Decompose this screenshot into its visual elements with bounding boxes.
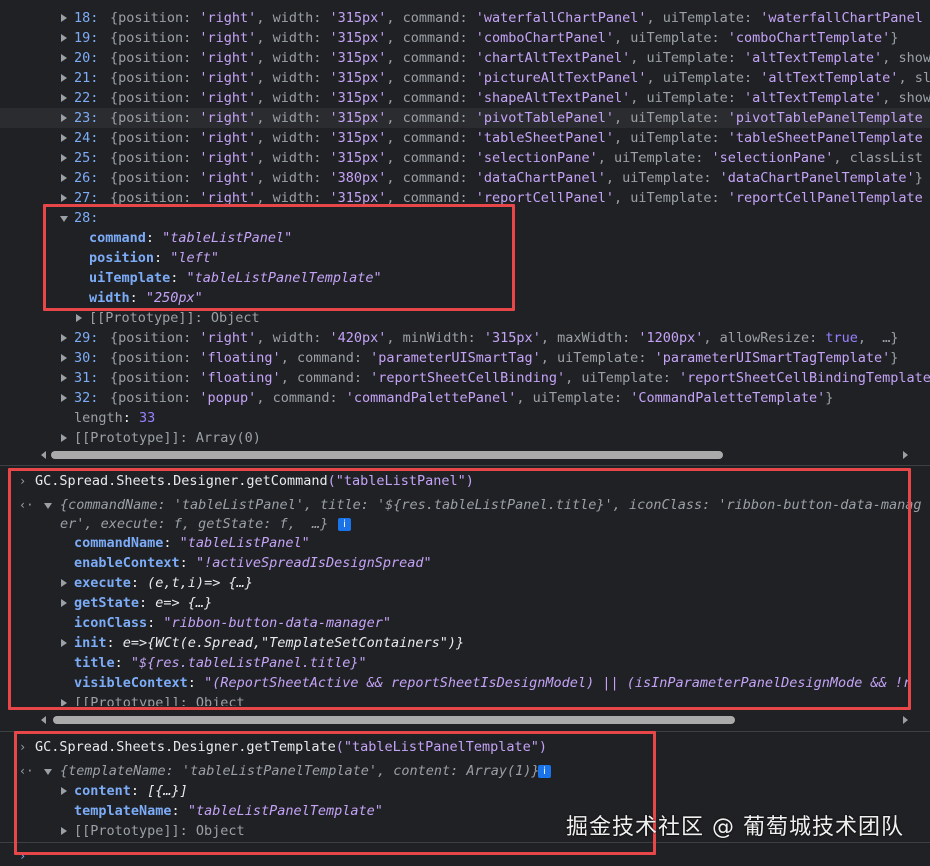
array-index: 21:	[74, 70, 99, 86]
expand-triangle-icon[interactable]	[76, 314, 82, 322]
array-item-row[interactable]: 26: {position: 'right', width: '380px', c…	[0, 168, 930, 188]
array-item-row[interactable]: 30: {position: 'floating', command: 'para…	[0, 348, 930, 368]
object-preview: {position: 'floating', command: 'paramet…	[110, 350, 899, 366]
object-preview: {position: 'right', width: '315px', comm…	[110, 110, 923, 126]
array-index: 31:	[74, 370, 99, 386]
expand-triangle-icon[interactable]	[61, 374, 67, 382]
array-index: 18:	[74, 10, 99, 26]
scrollbar-thumb[interactable]	[53, 716, 735, 724]
prototype-row[interactable]: [[Prototype]]: Object	[0, 308, 930, 328]
array-item-row[interactable]: 25: {position: 'right', width: '315px', c…	[0, 148, 930, 168]
object-preview: {position: 'right', width: '420px', minW…	[110, 330, 899, 346]
object-preview: {position: 'floating', command: 'reportS…	[110, 370, 930, 386]
expand-triangle-icon[interactable]	[61, 14, 67, 22]
object-preview: {position: 'right', width: '315px', comm…	[110, 30, 899, 46]
array-item-row[interactable]: 24: {position: 'right', width: '315px', c…	[0, 128, 930, 148]
array-index: 25:	[74, 150, 99, 166]
highlight-box-getcommand	[8, 468, 911, 710]
array-index: 32:	[74, 390, 99, 406]
object-preview: {position: 'right', width: '315px', comm…	[110, 90, 930, 106]
expand-triangle-icon[interactable]	[61, 34, 67, 42]
object-preview: {position: 'right', width: '315px', comm…	[110, 10, 923, 26]
scroll-left-icon[interactable]	[41, 716, 46, 724]
array-item-row[interactable]: 23: {position: 'right', width: '315px', c…	[0, 108, 930, 128]
expand-triangle-icon[interactable]	[61, 74, 67, 82]
array-index: 30:	[74, 350, 99, 366]
scrollbar-thumb[interactable]	[51, 451, 723, 459]
expand-triangle-icon[interactable]	[61, 114, 67, 122]
scroll-left-icon[interactable]	[41, 451, 46, 459]
array-index: 24:	[74, 130, 99, 146]
expand-triangle-icon[interactable]	[61, 134, 67, 142]
object-preview: {position: 'popup', command: 'commandPal…	[110, 390, 834, 406]
object-preview: {position: 'right', width: '315px', comm…	[110, 50, 930, 66]
array-item-row[interactable]: 21: {position: 'right', width: '315px', c…	[0, 68, 930, 88]
length-row: length: 33	[74, 410, 156, 426]
object-preview: {position: 'right', width: '380px', comm…	[110, 170, 923, 186]
expand-triangle-icon[interactable]	[61, 394, 67, 402]
length-key: length	[74, 410, 123, 426]
object-preview: {position: 'right', width: '315px', comm…	[110, 70, 930, 86]
scroll-right-icon[interactable]	[903, 716, 908, 724]
highlight-box-item28	[43, 204, 515, 311]
scroll-right-icon[interactable]	[903, 451, 908, 459]
array-item-row[interactable]: 19: {position: 'right', width: '315px', c…	[0, 28, 930, 48]
array-item-row[interactable]: 29: {position: 'right', width: '420px', m…	[0, 328, 930, 348]
expand-triangle-icon[interactable]	[61, 194, 67, 202]
array-item-row[interactable]: 31: {position: 'floating', command: 'repo…	[0, 368, 930, 388]
prototype-label: [[Prototype]]: Object	[89, 310, 260, 326]
array-index: 29:	[74, 330, 99, 346]
array-index: 26:	[74, 170, 99, 186]
array-item-row[interactable]: 22: {position: 'right', width: '315px', c…	[0, 88, 930, 108]
expand-triangle-icon[interactable]	[61, 154, 67, 162]
array-prototype-row[interactable]: [[Prototype]]: Array(0)	[0, 428, 930, 448]
array-item-row[interactable]: 18: {position: 'right', width: '315px', c…	[0, 8, 930, 28]
object-preview: {position: 'right', width: '315px', comm…	[110, 130, 923, 146]
expand-triangle-icon[interactable]	[61, 174, 67, 182]
object-preview: {position: 'right', width: '315px', comm…	[110, 150, 923, 166]
expand-triangle-icon[interactable]	[61, 434, 67, 442]
highlight-box-gettemplate	[14, 731, 656, 855]
array-index: 20:	[74, 50, 99, 66]
array-index: 23:	[74, 110, 99, 126]
divider	[0, 465, 930, 466]
expand-triangle-icon[interactable]	[61, 54, 67, 62]
watermark: 掘金技术社区 @ 葡萄城技术团队	[566, 815, 904, 840]
length-value: 33	[139, 410, 156, 426]
array-index: 22:	[74, 90, 99, 106]
array-item-row[interactable]: 32: {position: 'popup', command: 'command…	[0, 388, 930, 408]
array-index: 19:	[74, 30, 99, 46]
expand-triangle-icon[interactable]	[61, 334, 67, 342]
expand-triangle-icon[interactable]	[61, 354, 67, 362]
prototype-label: [[Prototype]]: Array(0)	[74, 430, 261, 446]
expand-triangle-icon[interactable]	[61, 94, 67, 102]
array-item-row[interactable]: 20: {position: 'right', width: '315px', c…	[0, 48, 930, 68]
